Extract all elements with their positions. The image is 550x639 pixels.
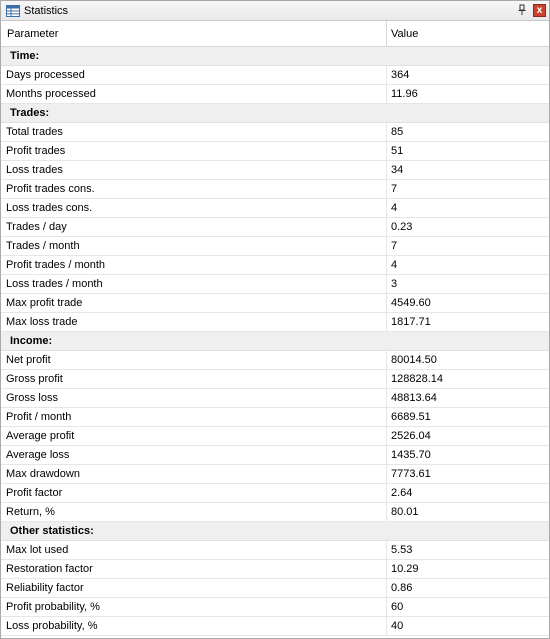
table-row[interactable]: Loss trades cons. 4 [1,199,549,218]
table-header: Parameter Value [1,21,549,47]
value-cell: 34 [391,164,404,176]
value-cell: 1817.71 [391,316,431,328]
parameter-cell: Loss trades cons. [1,199,387,217]
table-row[interactable]: Months processed 11.96 [1,85,549,104]
value-cell: 85 [391,126,404,138]
table-row[interactable]: Loss trades 34 [1,161,549,180]
table-row[interactable]: Gross profit 128828.14 [1,370,549,389]
table-row[interactable]: Profit trades 51 [1,142,549,161]
table-row[interactable]: Net profit 80014.50 [1,351,549,370]
parameter-cell: Profit probability, % [1,598,387,616]
value-cell: 51 [391,145,404,157]
table-row[interactable]: Profit probability, % 60 [1,598,549,617]
table-row[interactable]: Average loss 1435.70 [1,446,549,465]
table-row[interactable]: Average profit 2526.04 [1,427,549,446]
table-row[interactable]: Trades / month 7 [1,237,549,256]
value-cell: 2526.04 [391,430,431,442]
title-bar: Statistics x [1,1,549,21]
value-cell: 364 [391,69,410,81]
table-row[interactable]: Days processed 364 [1,66,549,85]
table-row[interactable]: Loss trades / month 3 [1,275,549,294]
section-header: Trades: [1,104,549,123]
parameter-cell: Days processed [1,66,387,84]
value-cell: 5.53 [391,544,413,556]
parameter-cell: Trades / day [1,218,387,236]
value-cell: 60 [391,601,404,613]
parameter-cell: Gross loss [1,389,387,407]
table-row[interactable]: Trades / day 0.23 [1,218,549,237]
statistics-window: Statistics x Parameter Value Time: Days p… [0,0,550,639]
section-header: Other statistics: [1,522,549,541]
parameter-cell: Profit / month [1,408,387,426]
window-title: Statistics [24,4,69,17]
table-row[interactable]: Total trades 85 [1,123,549,142]
value-cell: 48813.64 [391,392,437,404]
table-row[interactable]: Restoration factor 10.29 [1,560,549,579]
value-cell: 80.01 [391,506,419,518]
table-icon [6,4,20,17]
table-row[interactable]: Profit / month 6689.51 [1,408,549,427]
table-row[interactable]: Profit trades / month 4 [1,256,549,275]
table-row[interactable]: Profit factor 2.64 [1,484,549,503]
parameter-cell: Loss probability, % [1,617,387,635]
parameter-cell: Profit trades / month [1,256,387,274]
value-cell: 128828.14 [391,373,443,385]
table-row[interactable]: Profit trades cons. 7 [1,180,549,199]
value-cell: 7 [391,240,398,252]
parameter-cell: Profit trades [1,142,387,160]
parameter-cell: Months processed [1,85,387,103]
parameter-cell: Profit trades cons. [1,180,387,198]
value-cell: 2.64 [391,487,413,499]
value-cell: 40 [391,620,404,632]
value-cell: 0.23 [391,221,413,233]
parameter-cell: Profit factor [1,484,387,502]
parameter-cell: Loss trades / month [1,275,387,293]
table-row[interactable]: Max profit trade 4549.60 [1,294,549,313]
parameter-cell: Average loss [1,446,387,464]
table-row[interactable]: Max drawdown 7773.61 [1,465,549,484]
pin-icon[interactable] [515,3,529,17]
value-cell: 4 [391,202,398,214]
parameter-cell: Reliability factor [1,579,387,597]
value-cell: 3 [391,278,398,290]
value-cell: 80014.50 [391,354,437,366]
parameter-cell: Max loss trade [1,313,387,331]
value-cell: 7 [391,183,398,195]
section-header: Income: [1,332,549,351]
parameter-cell: Return, % [1,503,387,521]
parameter-cell: Total trades [1,123,387,141]
section-header: Time: [1,47,549,66]
value-cell: 1435.70 [391,449,431,461]
value-cell: 11.96 [391,88,418,100]
value-cell: 4549.60 [391,297,431,309]
table-row[interactable]: Reliability factor 0.86 [1,579,549,598]
value-cell: 7773.61 [391,468,431,480]
table-row[interactable]: Gross loss 48813.64 [1,389,549,408]
value-cell: 6689.51 [391,411,431,423]
close-icon[interactable]: x [533,4,546,17]
value-cell: 0.86 [391,582,413,594]
column-header-parameter[interactable]: Parameter [1,21,387,46]
column-header-value[interactable]: Value [387,21,549,46]
table-row[interactable]: Loss probability, % 40 [1,617,549,636]
parameter-cell: Trades / month [1,237,387,255]
parameter-cell: Max lot used [1,541,387,559]
parameter-cell: Loss trades [1,161,387,179]
statistics-table-body: Time: Days processed 364 Months processed 11… [1,47,549,636]
parameter-cell: Gross profit [1,370,387,388]
parameter-cell: Max drawdown [1,465,387,483]
value-cell: 4 [391,259,398,271]
table-row[interactable]: Max lot used 5.53 [1,541,549,560]
value-cell: 10.29 [391,563,419,575]
parameter-cell: Restoration factor [1,560,387,578]
parameter-cell: Max profit trade [1,294,387,312]
parameter-cell: Average profit [1,427,387,445]
parameter-cell: Net profit [1,351,387,369]
table-row[interactable]: Max loss trade 1817.71 [1,313,549,332]
table-row[interactable]: Return, % 80.01 [1,503,549,522]
